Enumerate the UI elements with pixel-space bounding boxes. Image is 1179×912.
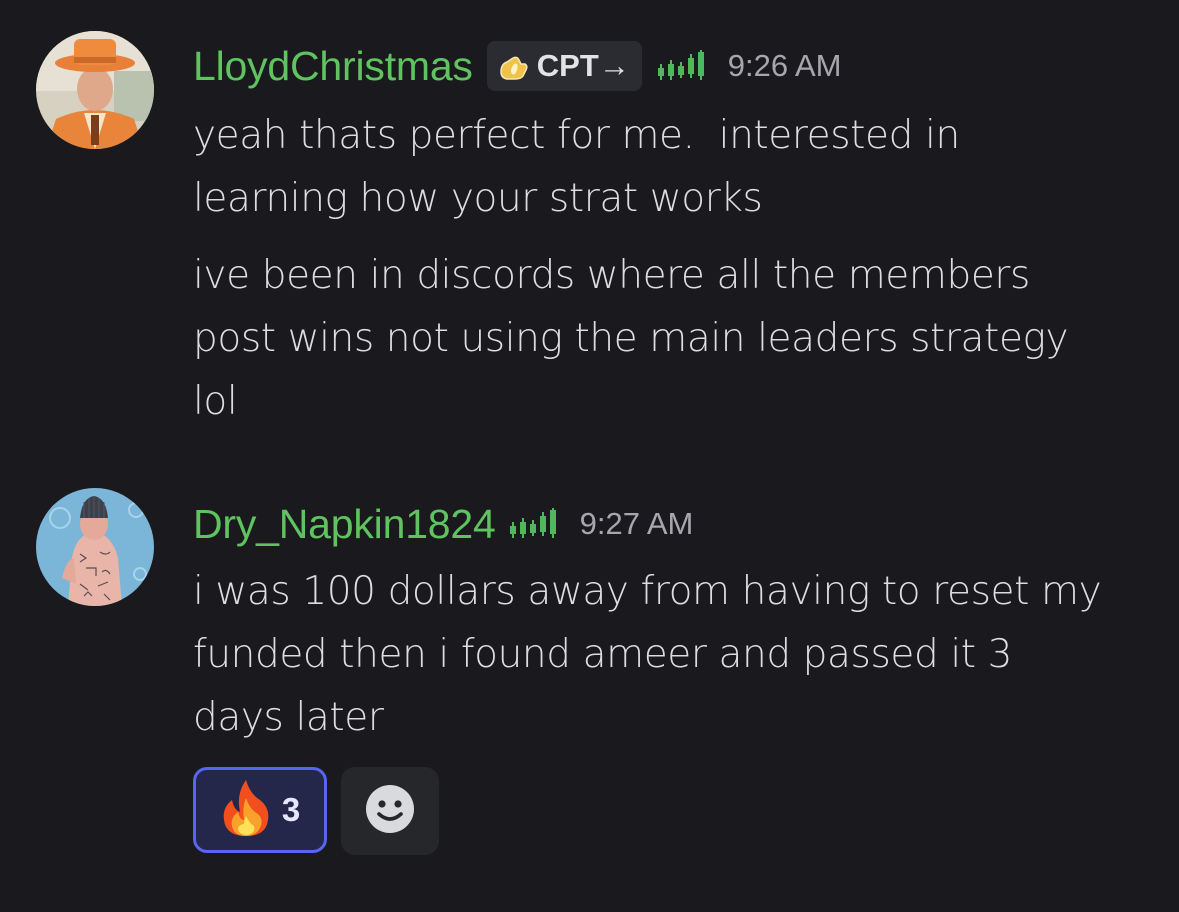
message-line: ive been in discords where all the membe…	[193, 253, 1030, 298]
message-line: i was 100 dollars away from having to re…	[193, 569, 1102, 614]
message-line: days later	[193, 695, 384, 740]
username[interactable]: Dry_Napkin1824	[193, 501, 496, 548]
timestamp[interactable]: 9:26 AM	[728, 48, 842, 84]
message-line: lol	[193, 379, 238, 424]
message-line: funded then i found ameer and passed it …	[193, 632, 1013, 677]
flame-hand-badge-icon	[497, 52, 531, 80]
reaction-count: 3	[281, 791, 301, 828]
message-line: post wins not using the main leaders str…	[193, 316, 1069, 361]
chat-log: LloydChristmas CPT→ 9:26 AM yeah thats p…	[0, 0, 1179, 912]
message-paragraph: yeah thats perfect for me. interested in…	[193, 104, 1153, 230]
reaction-fire[interactable]: 3	[193, 767, 327, 853]
server-tag[interactable]: CPT→	[486, 41, 642, 91]
message-line: learning how your strat works	[193, 176, 763, 221]
candlestick-chart-icon	[508, 508, 558, 540]
message-paragraph: i was 100 dollars away from having to re…	[193, 560, 1153, 749]
smiley-face-icon	[364, 783, 416, 839]
reactions-bar: 3	[193, 767, 439, 855]
server-tag-label: CPT→	[536, 48, 630, 83]
message-header: LloydChristmas CPT→ 9:26 AM	[193, 28, 1153, 104]
avatar[interactable]	[36, 488, 154, 606]
timestamp[interactable]: 9:27 AM	[580, 506, 694, 542]
candlestick-chart-icon	[656, 50, 706, 82]
message-line: yeah thats perfect for me. interested in	[193, 113, 960, 158]
message-paragraph: ive been in discords where all the membe…	[193, 244, 1153, 433]
message-header: Dry_Napkin1824 9:27 AM	[193, 488, 1153, 560]
add-reaction-button[interactable]	[341, 767, 439, 855]
username[interactable]: LloydChristmas	[193, 43, 473, 90]
fire-emoji-icon	[220, 778, 272, 842]
avatar[interactable]	[36, 31, 154, 149]
